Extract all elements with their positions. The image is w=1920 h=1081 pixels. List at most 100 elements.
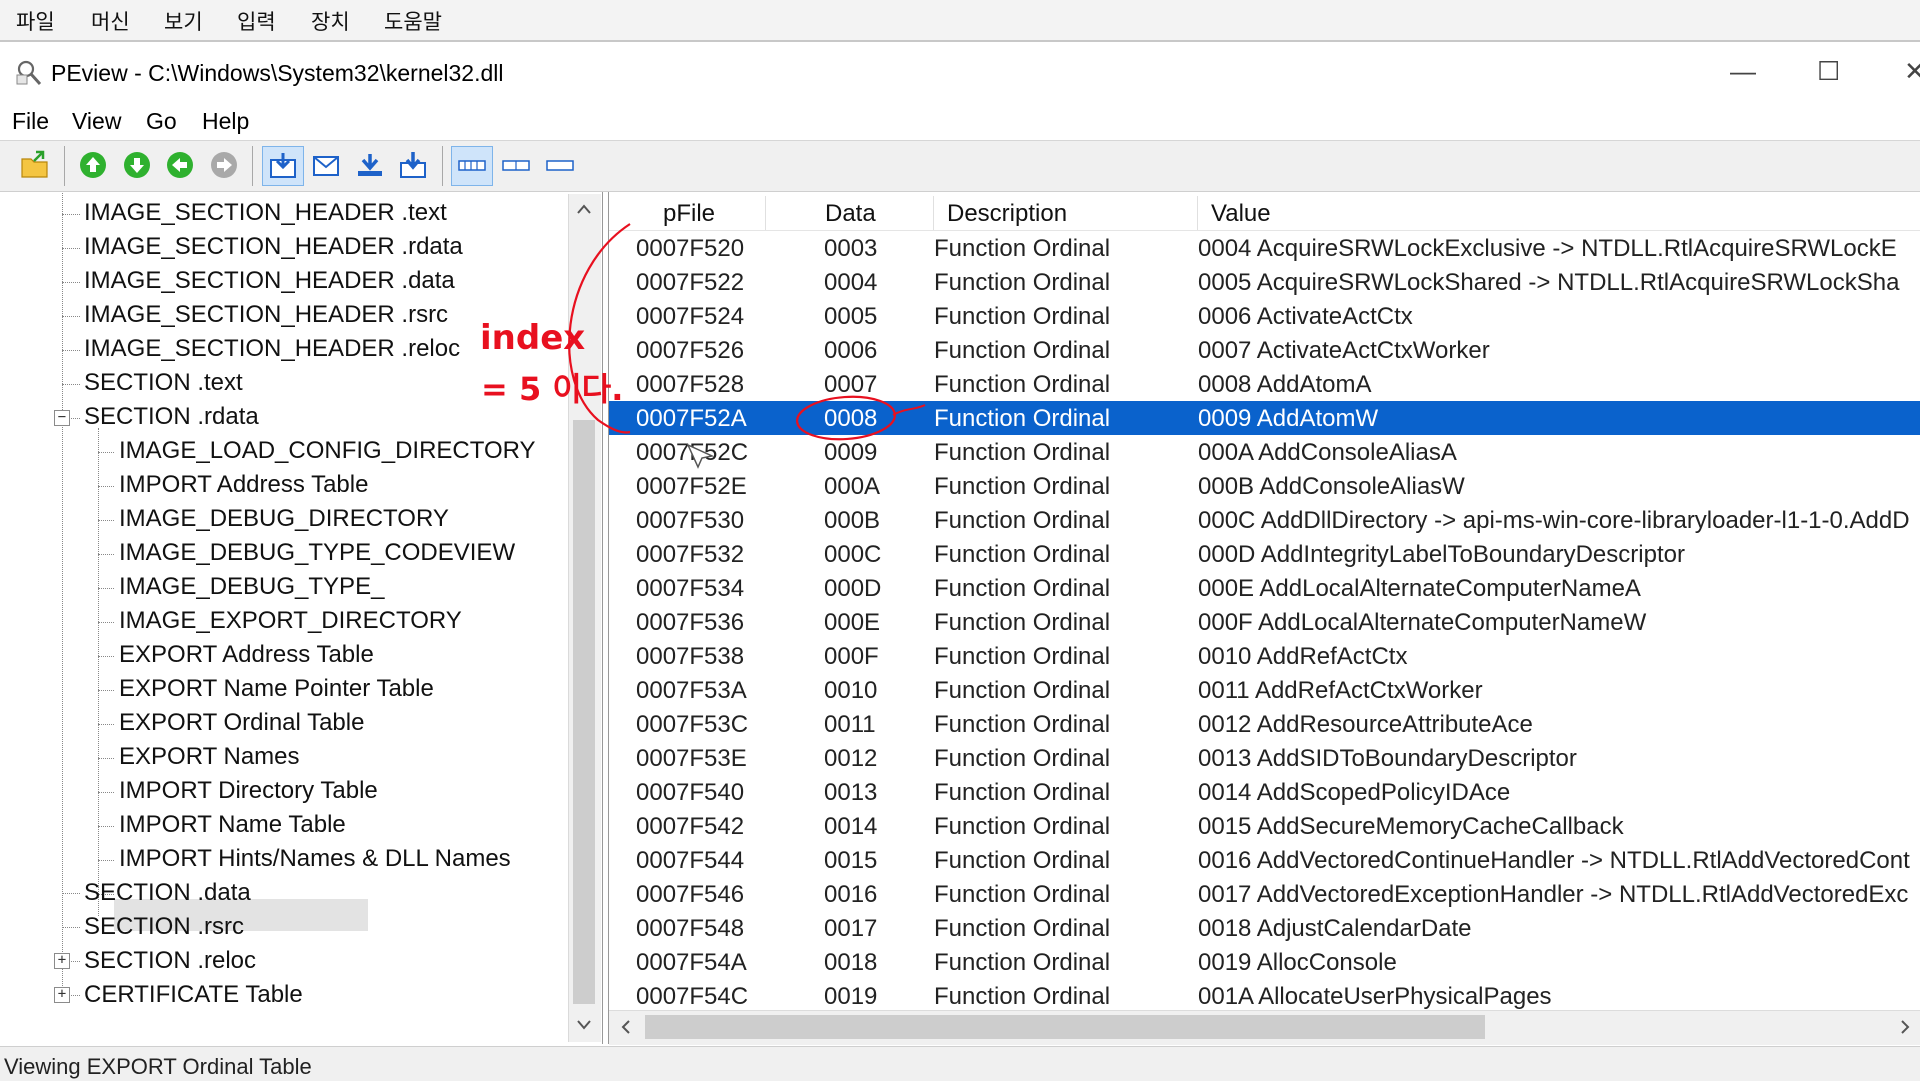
layout-byte-icon[interactable]: [457, 150, 487, 180]
tree-item[interactable]: IMAGE_SECTION_HEADER .data: [84, 267, 455, 295]
host-menu-view[interactable]: 보기: [164, 6, 203, 36]
cell-pfile: 0007F54C: [636, 983, 749, 1010]
cell-value: 0019 AllocConsole: [1198, 949, 1397, 976]
column-header-value[interactable]: Value: [1211, 200, 1271, 228]
menu-go[interactable]: Go: [146, 108, 177, 135]
table-row[interactable]: 0007F53C 0011 Function Ordinal 0012 AddReso…: [609, 707, 1920, 741]
table-row[interactable]: 0007F530 000B Function Ordinal 000C AddDllD…: [609, 503, 1920, 537]
table-row[interactable]: 0007F546 0016 Function Ordinal 0017 AddVect…: [609, 877, 1920, 911]
cell-pfile: 0007F54A: [636, 949, 747, 976]
menu-view[interactable]: View: [72, 108, 121, 135]
tree-item[interactable]: SECTION .data: [84, 879, 251, 907]
tree-item[interactable]: IMAGE_DEBUG_DIRECTORY: [119, 505, 449, 533]
host-menu-machine[interactable]: 머신: [91, 6, 130, 36]
list-scroll-thumb[interactable]: [645, 1015, 1485, 1039]
cell-data: 0017: [824, 915, 878, 942]
nav-back-icon[interactable]: [165, 150, 195, 180]
host-menu-input[interactable]: 입력: [237, 6, 276, 36]
close-button[interactable]: ✕: [1904, 56, 1920, 87]
maximize-button[interactable]: ☐: [1817, 56, 1840, 87]
table-row[interactable]: 0007F52C 0009 Function Ordinal 000A AddCons…: [609, 435, 1920, 469]
tree-item[interactable]: IMAGE_SECTION_HEADER .reloc: [84, 335, 460, 363]
table-row[interactable]: 0007F53E 0012 Function Ordinal 0013 AddSIDT…: [609, 741, 1920, 775]
table-row[interactable]: 0007F544 0015 Function Ordinal 0016 AddVect…: [609, 843, 1920, 877]
tree-item[interactable]: IMPORT Name Table: [119, 811, 346, 839]
table-row[interactable]: 0007F53A 0010 Function Ordinal 0011 AddRefA…: [609, 673, 1920, 707]
nav-forward-icon[interactable]: [209, 150, 239, 180]
layout-word-icon[interactable]: [501, 150, 531, 180]
view-arrow-download-icon[interactable]: [398, 150, 428, 180]
view-download-icon[interactable]: [268, 150, 298, 180]
expand-toggle-rsrc[interactable]: +: [54, 953, 70, 969]
tree-scroll-thumb[interactable]: [573, 420, 595, 1004]
table-row[interactable]: 0007F522 0004 Function Ordinal 0005 Acquire…: [609, 265, 1920, 299]
tree-item[interactable]: SECTION .rdata: [84, 403, 259, 431]
cell-data: 000F: [824, 643, 879, 670]
table-row[interactable]: 0007F548 0017 Function Ordinal 0018 AdjustC…: [609, 911, 1920, 945]
tree-item[interactable]: IMAGE_DEBUG_TYPE_CODEVIEW: [119, 539, 515, 567]
tree-item[interactable]: SECTION .reloc: [84, 947, 256, 975]
view-envelope-icon[interactable]: [311, 150, 341, 180]
column-divider[interactable]: [933, 196, 934, 230]
scroll-up-arrow-icon[interactable]: [576, 202, 592, 216]
tree-item[interactable]: EXPORT Address Table: [119, 641, 374, 669]
tree-item-selected[interactable]: EXPORT Ordinal Table: [119, 709, 364, 737]
tree-item[interactable]: SECTION .text: [84, 369, 243, 397]
open-folder-icon[interactable]: [20, 150, 50, 180]
tree-item[interactable]: IMPORT Directory Table: [119, 777, 378, 805]
cell-data: 0014: [824, 813, 878, 840]
host-menu-file[interactable]: 파일: [16, 6, 55, 36]
cell-description: Function Ordinal: [934, 439, 1111, 466]
tree-item[interactable]: EXPORT Names: [119, 743, 300, 771]
host-menu-devices[interactable]: 장치: [311, 6, 350, 36]
table-row[interactable]: 0007F534 000D Function Ordinal 000E AddLoca…: [609, 571, 1920, 605]
nav-up-icon[interactable]: [78, 150, 108, 180]
scroll-down-arrow-icon[interactable]: [576, 1018, 592, 1032]
tree-item[interactable]: IMAGE_EXPORT_DIRECTORY: [119, 607, 462, 635]
tree-item[interactable]: IMAGE_DEBUG_TYPE_: [119, 573, 384, 601]
scroll-left-arrow-icon[interactable]: [619, 1019, 633, 1035]
column-divider[interactable]: [1197, 196, 1198, 230]
view-arrow-down-icon[interactable]: [355, 150, 385, 180]
column-header-description[interactable]: Description: [947, 200, 1067, 228]
tree-item[interactable]: IMPORT Hints/Names & DLL Names: [119, 845, 511, 873]
table-row[interactable]: 0007F54A 0018 Function Ordinal 0019 AllocCo…: [609, 945, 1920, 979]
tree-item[interactable]: IMAGE_SECTION_HEADER .text: [84, 199, 447, 227]
tree-line: [98, 452, 114, 453]
tree-item[interactable]: EXPORT Name Pointer Table: [119, 675, 434, 703]
table-row[interactable]: 0007F540 0013 Function Ordinal 0014 AddScop…: [609, 775, 1920, 809]
host-menu-help[interactable]: 도움말: [384, 6, 442, 36]
tree-item[interactable]: IMPORT Address Table: [119, 471, 368, 499]
expand-toggle-reloc[interactable]: +: [54, 987, 70, 1003]
tree-line: [62, 350, 80, 351]
layout-dword-icon[interactable]: [545, 150, 575, 180]
menu-file[interactable]: File: [12, 108, 49, 135]
table-row[interactable]: 0007F52E 000A Function Ordinal 000B AddCons…: [609, 469, 1920, 503]
table-row[interactable]: 0007F532 000C Function Ordinal 000D AddInte…: [609, 537, 1920, 571]
column-header-pfile[interactable]: pFile: [663, 200, 715, 228]
table-row[interactable]: 0007F524 0005 Function Ordinal 0006 Activat…: [609, 299, 1920, 333]
cell-data: 0019: [824, 983, 878, 1010]
tree-item[interactable]: IMAGE_LOAD_CONFIG_DIRECTORY: [119, 437, 536, 465]
nav-down-icon[interactable]: [122, 150, 152, 180]
table-row[interactable]: 0007F520 0003 Function Ordinal 0004 Acquire…: [609, 231, 1920, 265]
table-row[interactable]: 0007F542 0014 Function Ordinal 0015 AddSecu…: [609, 809, 1920, 843]
tree-item[interactable]: CERTIFICATE Table: [84, 981, 303, 1009]
cell-description: Function Ordinal: [934, 473, 1111, 500]
tree-line: [62, 316, 80, 317]
tree-item[interactable]: SECTION .rsrc: [84, 913, 244, 941]
table-row[interactable]: 0007F526 0006 Function Ordinal 0007 Activat…: [609, 333, 1920, 367]
table-row[interactable]: 0007F536 000E Function Ordinal 000F AddLoca…: [609, 605, 1920, 639]
column-divider[interactable]: [765, 196, 766, 230]
collapse-toggle-rdata[interactable]: −: [54, 410, 70, 426]
scroll-right-arrow-icon[interactable]: [1898, 1019, 1912, 1035]
table-row[interactable]: 0007F54C 0019 Function Ordinal 001A Allocat…: [609, 979, 1920, 1013]
table-row[interactable]: 0007F538 000F Function Ordinal 0010 AddRefA…: [609, 639, 1920, 673]
tree-item[interactable]: IMAGE_SECTION_HEADER .rdata: [84, 233, 463, 261]
column-header-data[interactable]: Data: [825, 200, 876, 228]
tree-item[interactable]: IMAGE_SECTION_HEADER .rsrc: [84, 301, 448, 329]
menu-help[interactable]: Help: [202, 108, 249, 135]
table-row-selected[interactable]: 0007F52A 0008 Function Ordinal 0009 AddAtom…: [609, 401, 1920, 435]
minimize-button[interactable]: —: [1730, 56, 1756, 87]
table-row[interactable]: 0007F528 0007 Function Ordinal 0008 AddAtom…: [609, 367, 1920, 401]
